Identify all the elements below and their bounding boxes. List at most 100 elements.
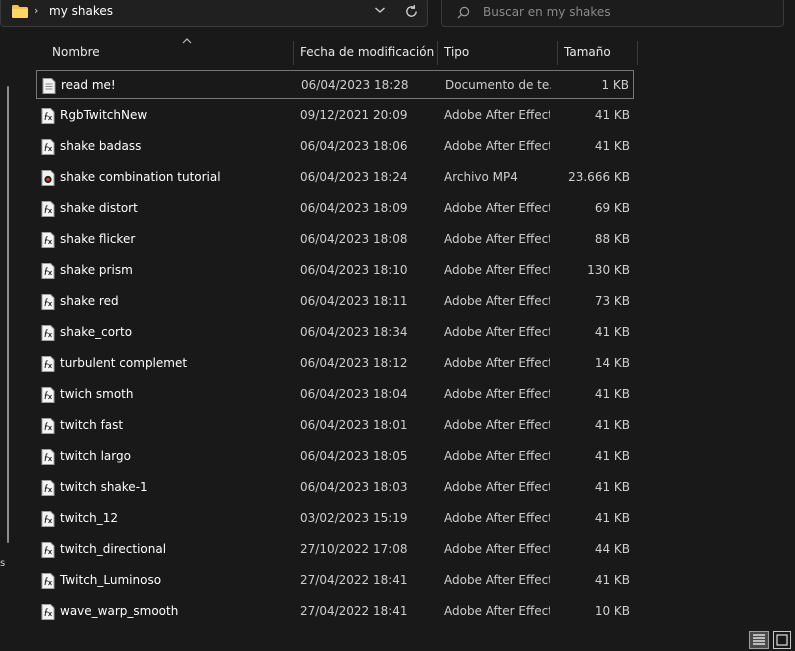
column-name[interactable]: Nombre: [52, 37, 100, 67]
file-row[interactable]: turbulent complemet 06/04/2023 18:12 Adobe…: [36, 349, 634, 378]
file-date: 06/04/2023 18:24: [300, 170, 408, 184]
refresh-icon[interactable]: [404, 4, 419, 19]
file-date: 06/04/2023 18:03: [300, 480, 408, 494]
file-type: Adobe After Effect...: [444, 418, 550, 432]
file-row[interactable]: twitch fast 06/04/2023 18:01 Adobe After E…: [36, 411, 634, 440]
file-name[interactable]: shake distort: [60, 201, 138, 215]
file-row[interactable]: shake badass 06/04/2023 18:06 Adobe After …: [36, 132, 634, 161]
file-size: 69 KB: [594, 201, 630, 215]
after-effects-preset-icon: [41, 480, 55, 496]
folder-icon: [12, 5, 28, 18]
file-size: 88 KB: [594, 232, 630, 246]
file-size: 41 KB: [594, 418, 630, 432]
file-name[interactable]: read me!: [61, 78, 116, 92]
file-type: Adobe After Effect...: [444, 511, 550, 525]
file-type: Adobe After Effect...: [444, 325, 550, 339]
file-date: 06/04/2023 18:28: [301, 78, 409, 92]
after-effects-preset-icon: [41, 356, 55, 372]
after-effects-preset-icon: [41, 449, 55, 465]
search-icon: [457, 6, 470, 19]
breadcrumb-folder[interactable]: my shakes: [49, 4, 113, 18]
file-date: 06/04/2023 18:09: [300, 201, 408, 215]
file-date: 06/04/2023 18:34: [300, 325, 408, 339]
file-date: 06/04/2023 18:06: [300, 139, 408, 153]
file-row[interactable]: shake distort 06/04/2023 18:09 Adobe After…: [36, 194, 634, 223]
details-view-icon: [753, 634, 765, 645]
large-icons-view-icon: [776, 634, 788, 646]
video-file-icon: [41, 170, 55, 186]
file-date: 03/02/2023 15:19: [300, 511, 408, 525]
file-type: Adobe After Effect...: [444, 139, 550, 153]
text-document-icon: [42, 78, 56, 94]
file-name[interactable]: shake badass: [60, 139, 141, 153]
file-type: Adobe After Effect...: [444, 480, 550, 494]
file-name[interactable]: twich smoth: [60, 387, 133, 401]
file-date: 06/04/2023 18:04: [300, 387, 408, 401]
file-name[interactable]: shake flicker: [60, 232, 135, 246]
column-divider[interactable]: [557, 41, 558, 65]
file-row[interactable]: twitch_directional 27/10/2022 17:08 Adobe …: [36, 535, 634, 564]
file-name[interactable]: shake_corto: [60, 325, 132, 339]
status-bar: [0, 625, 795, 651]
large-icons-view-button[interactable]: [773, 631, 791, 649]
file-row[interactable]: shake_corto 06/04/2023 18:34 Adobe After E…: [36, 318, 634, 347]
file-name[interactable]: RgbTwitchNew: [60, 108, 147, 122]
navigation-pane: s: [0, 28, 18, 625]
file-type: Adobe After Effect...: [444, 294, 550, 308]
file-name[interactable]: wave_warp_smooth: [60, 604, 178, 618]
column-size[interactable]: Tamaño: [564, 37, 611, 67]
file-name[interactable]: shake combination tutorial: [60, 170, 221, 184]
after-effects-preset-icon: [41, 387, 55, 403]
file-row[interactable]: Twitch_Luminoso 27/04/2022 18:41 Adobe Aft…: [36, 566, 634, 595]
column-divider[interactable]: [637, 41, 638, 65]
file-row[interactable]: shake red 06/04/2023 18:11 Adobe After Eff…: [36, 287, 634, 316]
file-row[interactable]: shake combination tutorial 06/04/2023 18:…: [36, 163, 634, 192]
file-name[interactable]: turbulent complemet: [60, 356, 187, 370]
column-type[interactable]: Tipo: [444, 37, 469, 67]
breadcrumb-separator[interactable]: ›: [34, 4, 38, 17]
file-name[interactable]: twitch_directional: [60, 542, 166, 556]
column-divider[interactable]: [293, 41, 294, 65]
file-size: 73 KB: [594, 294, 630, 308]
file-size: 14 KB: [594, 356, 630, 370]
navigation-scrollbar[interactable]: [7, 86, 9, 543]
file-row[interactable]: twich smoth 06/04/2023 18:04 Adobe After E…: [36, 380, 634, 409]
file-date: 06/04/2023 18:05: [300, 449, 408, 463]
search-box[interactable]: Buscar en my shakes: [441, 0, 784, 27]
address-bar[interactable]: › my shakes: [0, 0, 428, 27]
file-row[interactable]: twitch largo 06/04/2023 18:05 Adobe After …: [36, 442, 634, 471]
file-date: 06/04/2023 18:01: [300, 418, 408, 432]
chevron-down-icon[interactable]: [374, 5, 386, 15]
file-type: Adobe After Effect...: [444, 604, 550, 618]
file-row[interactable]: read me! 06/04/2023 18:28 Documento de te.…: [36, 70, 634, 99]
file-name[interactable]: twitch_12: [60, 511, 118, 525]
column-divider[interactable]: [437, 41, 438, 65]
column-date[interactable]: Fecha de modificación: [300, 37, 434, 67]
file-name[interactable]: twitch shake-1: [60, 480, 148, 494]
sort-ascending-icon: [182, 38, 192, 44]
file-name[interactable]: Twitch_Luminoso: [60, 573, 161, 587]
file-row[interactable]: twitch_12 03/02/2023 15:19 Adobe After Eff…: [36, 504, 634, 533]
search-placeholder[interactable]: Buscar en my shakes: [483, 5, 611, 19]
file-date: 27/04/2022 18:41: [300, 604, 408, 618]
after-effects-preset-icon: [41, 511, 55, 527]
file-name[interactable]: shake red: [60, 294, 119, 308]
file-row[interactable]: shake flicker 06/04/2023 18:08 Adobe After…: [36, 225, 634, 254]
file-row[interactable]: twitch shake-1 06/04/2023 18:03 Adobe Afte…: [36, 473, 634, 502]
after-effects-preset-icon: [41, 542, 55, 558]
file-date: 06/04/2023 18:12: [300, 356, 408, 370]
file-date: 06/04/2023 18:08: [300, 232, 408, 246]
file-row[interactable]: RgbTwitchNew 09/12/2021 20:09 Adobe After …: [36, 101, 634, 130]
file-name[interactable]: twitch largo: [60, 449, 131, 463]
top-bar: › my shakes Buscar en my shakes: [0, 0, 795, 28]
file-type: Adobe After Effect...: [444, 108, 550, 122]
file-row[interactable]: wave_warp_smooth 27/04/2022 18:41 Adobe Af…: [36, 597, 634, 626]
file-type: Adobe After Effect...: [444, 573, 550, 587]
file-name[interactable]: shake prism: [60, 263, 133, 277]
file-row[interactable]: shake prism 06/04/2023 18:10 Adobe After E…: [36, 256, 634, 285]
file-size: 41 KB: [594, 108, 630, 122]
details-view-button[interactable]: [749, 631, 769, 649]
file-size: 41 KB: [594, 387, 630, 401]
file-name[interactable]: twitch fast: [60, 418, 123, 432]
file-type: Adobe After Effect...: [444, 356, 550, 370]
